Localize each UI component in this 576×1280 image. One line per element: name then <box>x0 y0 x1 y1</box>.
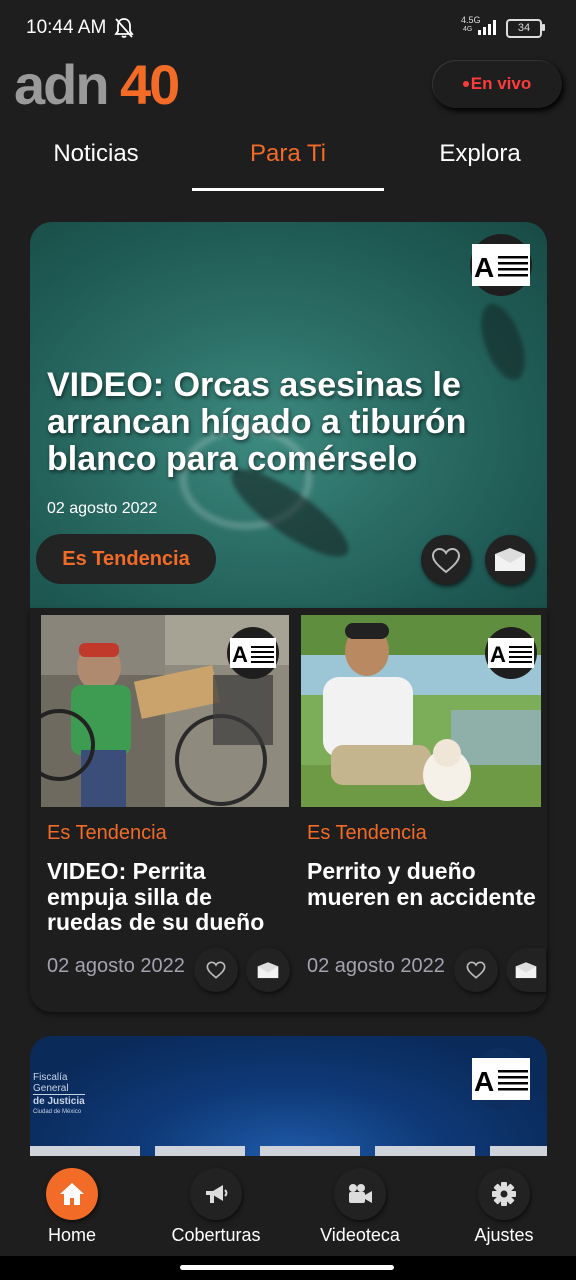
gear-icon <box>478 1168 530 1220</box>
svg-text:A: A <box>490 642 506 667</box>
battery-tip <box>542 24 545 31</box>
megaphone-icon <box>190 1168 242 1220</box>
signal-icon <box>478 20 496 35</box>
article-text-icon: A <box>488 638 534 668</box>
card3-article-badge: A <box>470 1048 532 1110</box>
tab-noticias[interactable]: Noticias <box>0 140 192 180</box>
card2-date: 02 agosto 2022 <box>307 955 445 977</box>
status-bar: 10:44 AM 4.5G 4G 34 <box>0 0 576 56</box>
video-camera-icon <box>334 1168 386 1220</box>
article-text-icon: A <box>230 638 276 668</box>
nav-ajustes[interactable]: Ajustes <box>444 1168 564 1246</box>
heart-icon <box>431 547 461 573</box>
svg-text:A: A <box>474 1066 494 1097</box>
nav-home[interactable]: Home <box>12 1168 132 1246</box>
envelope-icon <box>495 548 525 571</box>
card2-share-button[interactable] <box>506 948 546 992</box>
mute-bell-icon <box>114 18 134 38</box>
hero-title[interactable]: VIDEO: Orcas asesinas le arrancan hígado… <box>47 367 517 478</box>
envelope-icon <box>515 961 537 978</box>
nav-videoteca[interactable]: Videoteca <box>300 1168 420 1246</box>
live-label: En vivo <box>470 74 532 93</box>
hero-date: 02 agosto 2022 <box>47 500 158 517</box>
svg-text:A: A <box>474 252 494 283</box>
favorite-button[interactable] <box>421 535 471 585</box>
card1-title[interactable]: VIDEO: Perrita empuja silla de ruedas de… <box>47 858 287 936</box>
home-icon <box>46 1168 98 1220</box>
gesture-home-indicator[interactable] <box>180 1265 394 1270</box>
card1-date: 02 agosto 2022 <box>47 955 185 977</box>
card1-share-button[interactable] <box>246 948 290 992</box>
card3-image-strip <box>30 1146 547 1156</box>
live-button[interactable]: En vivo <box>432 60 562 108</box>
card1-article-badge: A <box>227 627 279 679</box>
card-image-man-dog[interactable]: A <box>301 615 541 807</box>
envelope-icon <box>257 961 279 978</box>
card2-title[interactable]: Perrito y dueño mueren en accidente <box>307 858 547 910</box>
article-text-icon: A <box>472 1058 530 1100</box>
svg-text:adn: adn <box>14 56 108 112</box>
nav-coberturas-label: Coberturas <box>171 1225 261 1245</box>
nav-home-label: Home <box>47 1225 96 1245</box>
card2-tag[interactable]: Es Tendencia <box>307 822 427 845</box>
active-tab-indicator <box>192 188 384 191</box>
status-time: 10:44 AM <box>26 17 107 38</box>
battery-icon: 34 <box>506 19 542 38</box>
article-type-badge: A <box>470 234 532 296</box>
adn40-logo: adn 40 <box>14 56 180 112</box>
share-button[interactable] <box>485 535 535 585</box>
card2-article-badge: A <box>485 627 537 679</box>
nav-videoteca-label: Videoteca <box>320 1225 400 1245</box>
svg-text:40: 40 <box>120 56 178 112</box>
card-image-wheelchair[interactable]: A <box>41 615 289 807</box>
fiscalia-logo-text: Fiscalía General de Justicia Ciudad de M… <box>33 1072 85 1115</box>
nav-coberturas[interactable]: Coberturas <box>156 1168 276 1246</box>
card2-favorite-button[interactable] <box>454 948 498 992</box>
card1-favorite-button[interactable] <box>194 948 238 992</box>
card1-tag[interactable]: Es Tendencia <box>47 822 167 845</box>
nav-ajustes-label: Ajustes <box>474 1225 534 1245</box>
live-dot-icon <box>462 81 469 87</box>
article-card-3[interactable]: Fiscalía General de Justicia Ciudad de M… <box>30 1036 547 1156</box>
trending-badge[interactable]: Es Tendencia <box>36 534 216 584</box>
article-text-icon: A <box>474 252 528 283</box>
svg-text:A: A <box>232 642 248 667</box>
tab-explora[interactable]: Explora <box>384 140 576 180</box>
heart-icon <box>466 961 486 979</box>
heart-icon <box>206 961 226 979</box>
tab-para-ti[interactable]: Para Ti <box>192 140 384 180</box>
hero-article-card[interactable]: A VIDEO: Orcas asesinas le arrancan híga… <box>30 222 547 609</box>
